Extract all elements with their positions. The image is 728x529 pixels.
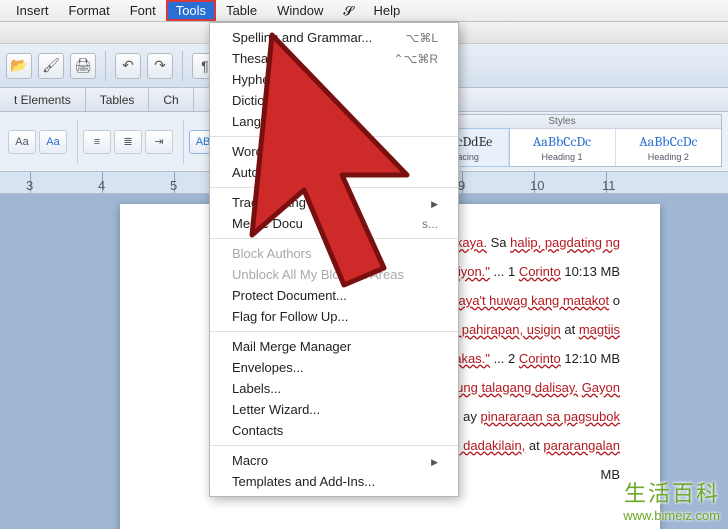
- watermark-text: 生活百科: [623, 476, 720, 508]
- menu-item-autocorrec[interactable]: AutoCorrec: [210, 162, 458, 183]
- menu-item-label: Flag for Follow Up...: [232, 309, 348, 324]
- menu-item-label: Language: [232, 114, 290, 129]
- menu-item-thesau[interactable]: Thesau ⌃⌥⌘R: [210, 48, 458, 69]
- tools-menu: Spelling and Grammar... ⌥⌘L Thesau ⌃⌥⌘R Hyph…: [209, 22, 459, 497]
- style-card[interactable]: AaBbCcDc Heading 2: [616, 129, 721, 166]
- submenu-arrow-icon: [423, 453, 438, 468]
- redo-button[interactable]: ↷: [147, 53, 173, 79]
- font-group: Aa Aa: [8, 120, 78, 164]
- menu-item-letter-wizard[interactable]: Letter Wizard...: [210, 399, 458, 420]
- ruler-number: 5: [170, 178, 177, 193]
- save-button[interactable]: 🖌: [38, 53, 64, 79]
- watermark: 生活百科 www.bimeiz.com: [623, 476, 720, 523]
- undo-button[interactable]: ↶: [115, 53, 141, 79]
- menu-item-block-authors: Block Authors: [210, 243, 458, 264]
- ruler-number: 4: [98, 178, 105, 193]
- menu-item-label: Dictiona: [232, 93, 279, 108]
- menu-item-hyphen[interactable]: Hyphen: [210, 69, 458, 90]
- menubar: InsertFormatFontToolsTableWindow𝓢Help: [0, 0, 728, 22]
- menu-item-unblock-all-my-blocked-areas: Unblock All My Blocked Areas: [210, 264, 458, 285]
- menu-item-label: Contacts: [232, 423, 283, 438]
- print-button[interactable]: 🖨: [70, 53, 96, 79]
- menu-separator: [210, 187, 458, 188]
- menu-insert[interactable]: Insert: [6, 0, 59, 21]
- menu-separator: [210, 331, 458, 332]
- menu-item-macro[interactable]: Macro: [210, 450, 458, 471]
- menu-separator: [210, 136, 458, 137]
- watermark-url: www.bimeiz.com: [623, 508, 720, 523]
- list-button[interactable]: ≡: [83, 130, 111, 154]
- menu-item-templates-and-add-ins[interactable]: Templates and Add-Ins...: [210, 471, 458, 492]
- menu-item-label: Mail Merge Manager: [232, 339, 351, 354]
- ruler-number: 3: [26, 178, 33, 193]
- menu-separator: [210, 238, 458, 239]
- style-card[interactable]: AaBbCcDc Heading 1: [509, 129, 615, 166]
- menu-item-label: Envelopes...: [232, 360, 304, 375]
- menu-shortcut: ⌃⌥⌘R: [393, 52, 438, 66]
- menu-help[interactable]: Help: [363, 0, 410, 21]
- menu-item-flag-for-follow-up[interactable]: Flag for Follow Up...: [210, 306, 458, 327]
- menu-item-merge-docu[interactable]: Merge Docu s...: [210, 213, 458, 234]
- menu-item-dictiona[interactable]: Dictiona: [210, 90, 458, 111]
- menu-shortcut: ⌥⌘L: [405, 31, 438, 45]
- menu-shortcut: s...: [422, 217, 438, 231]
- open-button[interactable]: 📂: [6, 53, 32, 79]
- menu-item-label: Protect Document...: [232, 288, 347, 303]
- menu-item-labels[interactable]: Labels...: [210, 378, 458, 399]
- menu-item-label: Letter Wizard...: [232, 402, 320, 417]
- menu-item-spelling-and-grammar[interactable]: Spelling and Grammar... ⌥⌘L: [210, 27, 458, 48]
- menu-item-label: Hyphen: [232, 72, 277, 87]
- menu-item-label: Templates and Add-Ins...: [232, 474, 375, 489]
- menu-item-label: Track Chang: [232, 195, 306, 210]
- style-name: Heading 1: [541, 152, 582, 162]
- menu-item-track-chang[interactable]: Track Chang: [210, 192, 458, 213]
- menu-item-label: Unblock All My Blocked Areas: [232, 267, 404, 282]
- separator: [105, 51, 106, 81]
- menu-item-label: Labels...: [232, 381, 281, 396]
- menu-item-label: Word Cour: [232, 144, 295, 159]
- menu-item-label: Macro: [232, 453, 268, 468]
- style-preview: AaBbCcDc: [533, 133, 591, 150]
- menu-window[interactable]: Window: [267, 0, 333, 21]
- menu-script[interactable]: 𝓢: [333, 0, 363, 22]
- ribbon-tab[interactable]: t Elements: [0, 88, 86, 111]
- ruler-number: 10: [530, 178, 544, 193]
- ruler-number: 9: [458, 178, 465, 193]
- menu-item-contacts[interactable]: Contacts: [210, 420, 458, 441]
- style-name: Heading 2: [648, 152, 689, 162]
- highlight-button[interactable]: Aa: [39, 130, 67, 154]
- ribbon-tab[interactable]: Ch: [149, 88, 193, 111]
- menu-item-label: Thesau: [232, 51, 275, 66]
- font-case-button[interactable]: Aa: [8, 130, 36, 154]
- menu-separator: [210, 445, 458, 446]
- menu-item-language[interactable]: Language: [210, 111, 458, 132]
- indent-button[interactable]: ⇥: [145, 130, 173, 154]
- menu-item-word-cour[interactable]: Word Cour: [210, 141, 458, 162]
- menu-item-label: Block Authors: [232, 246, 312, 261]
- menu-item-label: AutoCorrec: [232, 165, 298, 180]
- menu-tools[interactable]: Tools: [166, 0, 216, 21]
- separator: [182, 51, 183, 81]
- style-preview: AaBbCcDc: [639, 133, 697, 150]
- menu-item-protect-document[interactable]: Protect Document...: [210, 285, 458, 306]
- ribbon-tab[interactable]: Tables: [86, 88, 150, 111]
- paragraph-group: ≡ ≣ ⇥: [83, 120, 184, 164]
- menu-table[interactable]: Table: [216, 0, 267, 21]
- menu-format[interactable]: Format: [59, 0, 120, 21]
- ruler-number: 11: [602, 178, 616, 193]
- menu-item-label: Spelling and Grammar...: [232, 30, 372, 45]
- submenu-arrow-icon: [423, 195, 438, 210]
- menu-item-envelopes[interactable]: Envelopes...: [210, 357, 458, 378]
- menu-item-mail-merge-manager[interactable]: Mail Merge Manager: [210, 336, 458, 357]
- menu-font[interactable]: Font: [120, 0, 166, 21]
- numbering-button[interactable]: ≣: [114, 130, 142, 154]
- menu-item-label: Merge Docu: [232, 216, 303, 231]
